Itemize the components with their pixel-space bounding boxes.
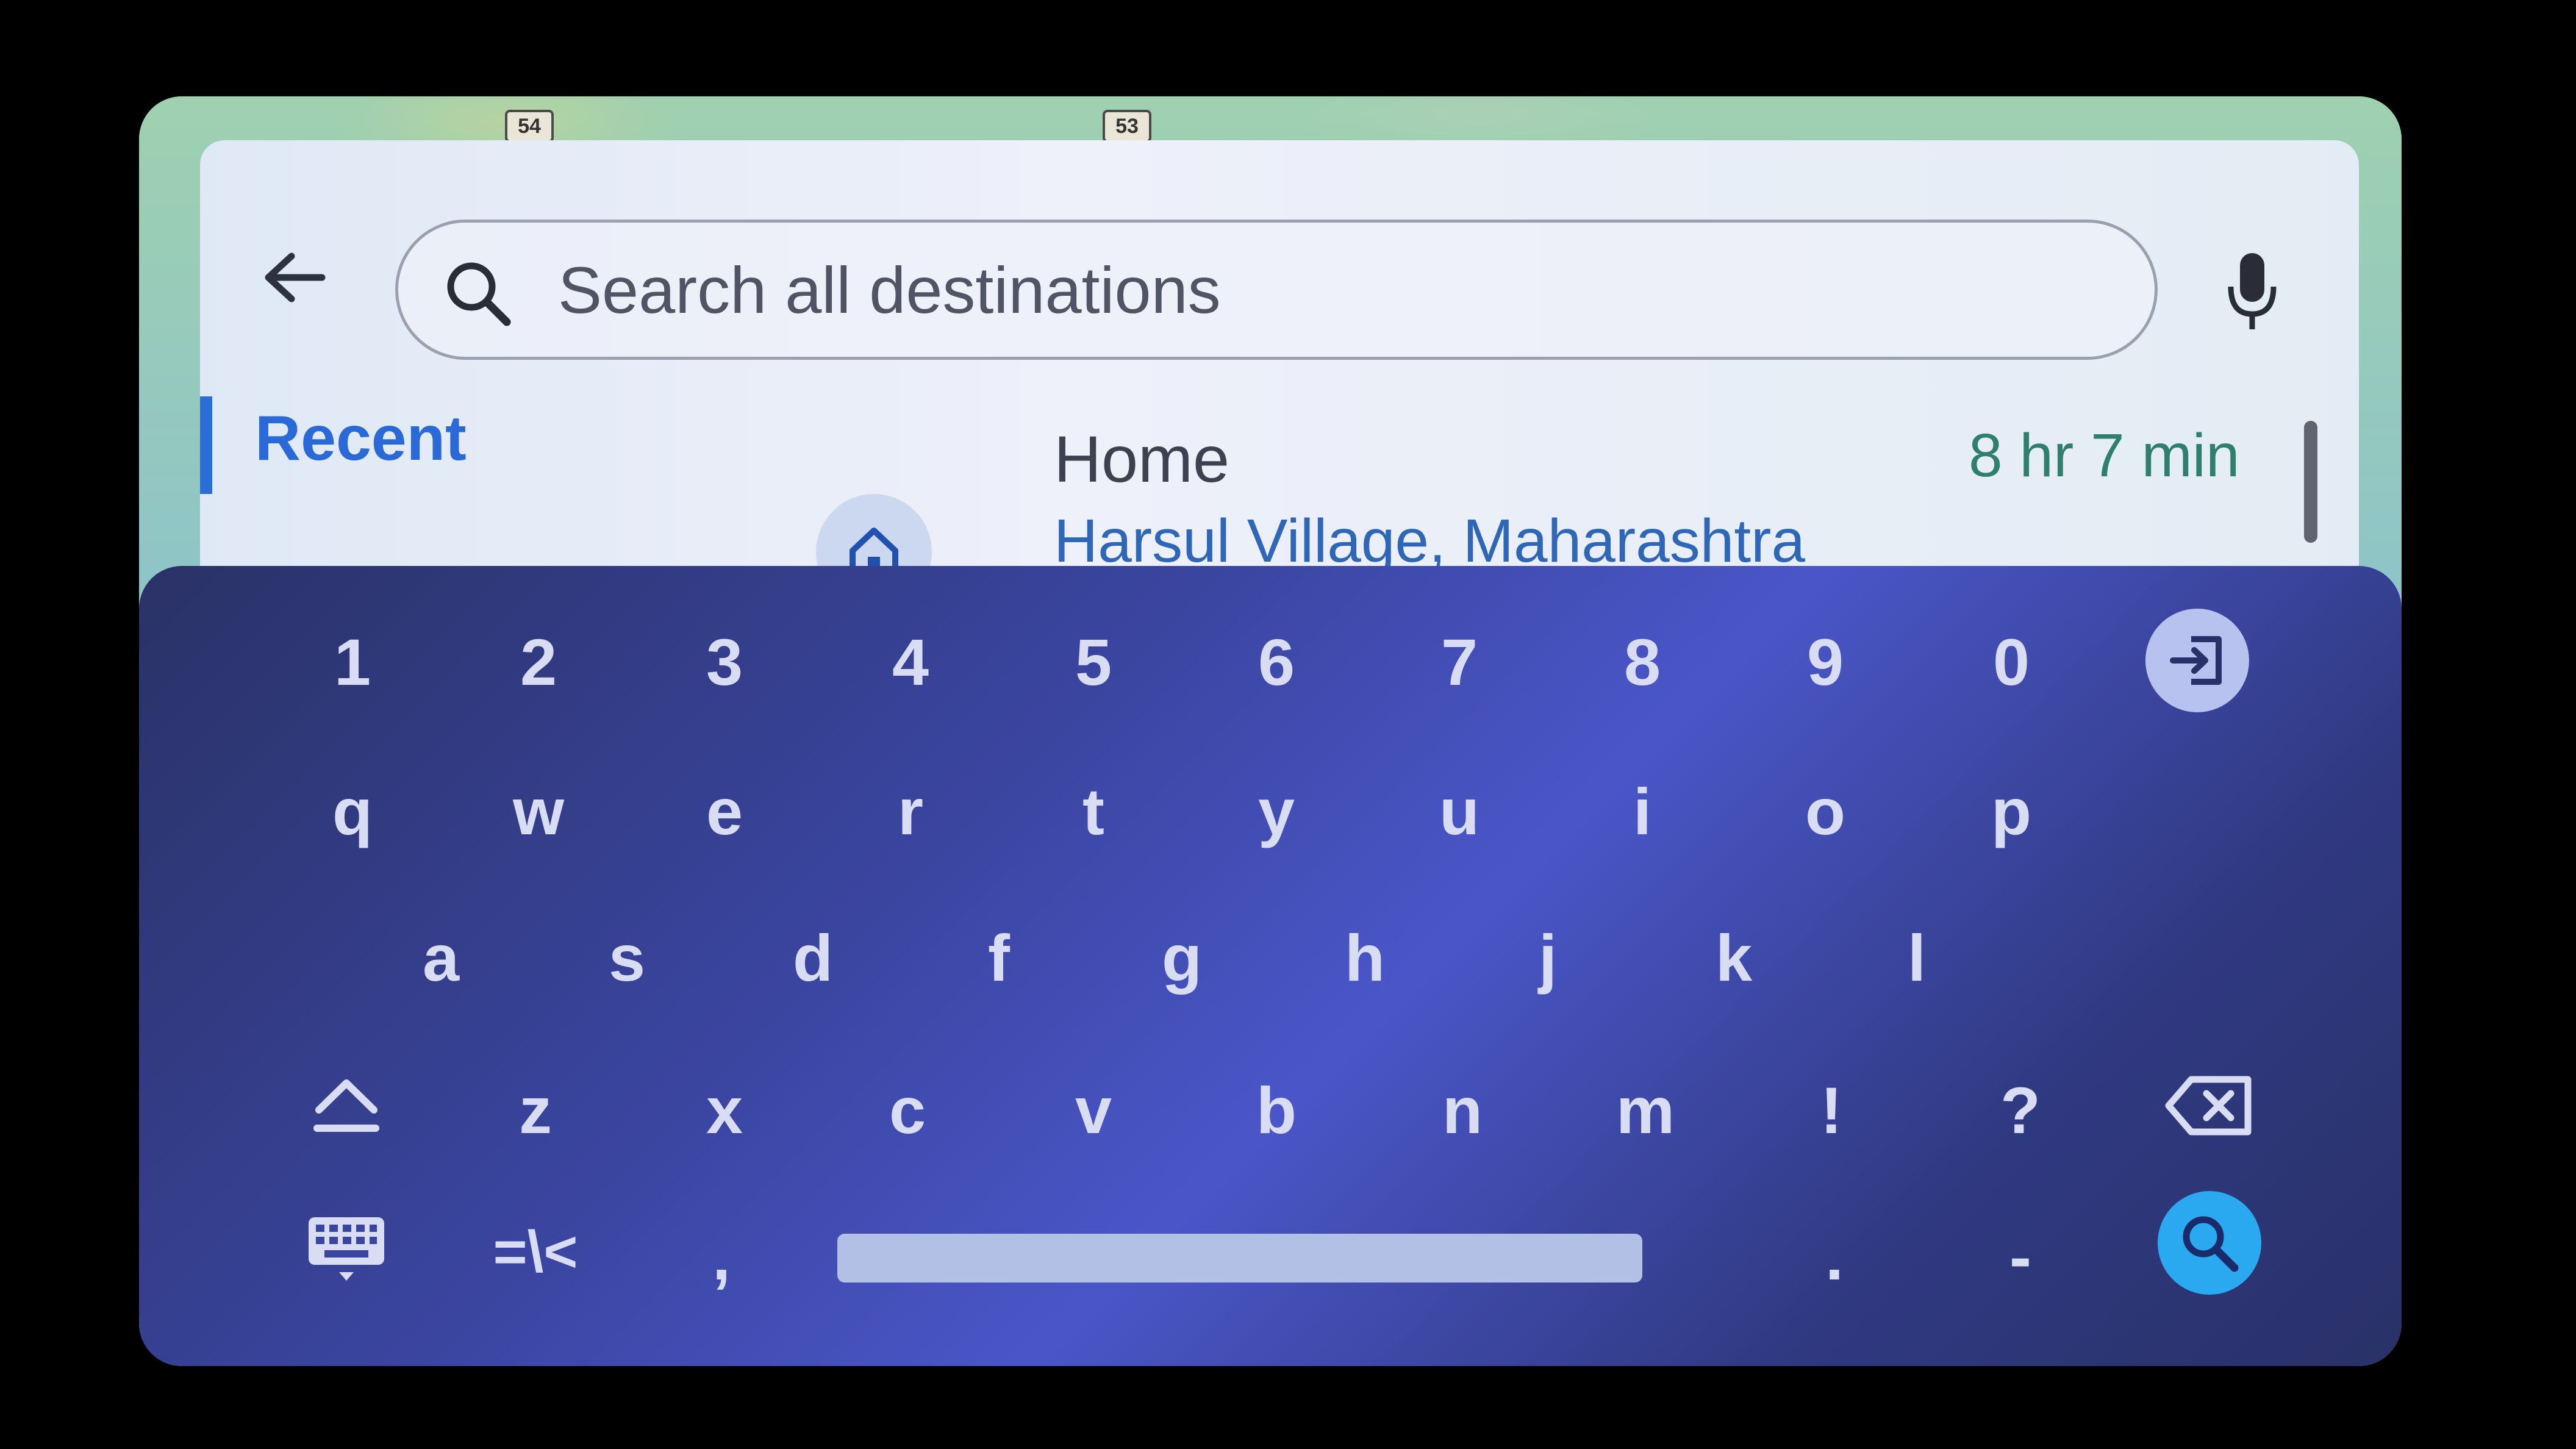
key[interactable]: 0 — [1993, 624, 2030, 700]
scrollbar[interactable] — [2304, 421, 2317, 543]
tab-selected-indicator — [200, 396, 212, 494]
key[interactable]: j — [1539, 920, 1557, 996]
key[interactable]: u — [1439, 773, 1479, 850]
spacebar-key[interactable] — [837, 1234, 1642, 1283]
recent-item-eta: 8 hr 7 min — [1969, 421, 2240, 490]
key[interactable]: x — [706, 1072, 743, 1148]
key[interactable]: t — [1082, 773, 1104, 850]
key[interactable]: v — [1075, 1072, 1112, 1148]
car-display: 54 53 Recent — [139, 96, 2402, 1366]
tab-recent[interactable]: Recent — [255, 402, 467, 475]
backspace-key[interactable] — [2158, 1054, 2261, 1157]
exit-keyboard-icon — [2170, 636, 2222, 685]
key[interactable]: y — [1258, 773, 1295, 850]
key[interactable]: d — [793, 920, 833, 996]
shift-key[interactable] — [295, 1054, 398, 1157]
key[interactable]: 1 — [334, 624, 371, 700]
voice-search-button[interactable] — [2213, 244, 2292, 342]
key[interactable]: n — [1442, 1072, 1483, 1148]
exit-keyboard-button[interactable] — [2145, 609, 2249, 712]
search-icon — [2183, 1216, 2239, 1272]
key[interactable]: 3 — [706, 624, 743, 700]
search-input[interactable] — [557, 223, 2084, 358]
route-shield: 53 — [1103, 110, 1151, 143]
key[interactable]: 6 — [1258, 624, 1295, 700]
key[interactable]: 7 — [1441, 624, 1478, 700]
search-icon — [441, 256, 514, 329]
key[interactable]: ? — [2000, 1072, 2041, 1148]
key[interactable]: f — [988, 920, 1010, 996]
key[interactable]: q — [332, 773, 373, 850]
dash-key[interactable]: - — [2009, 1218, 2031, 1295]
key[interactable]: p — [1991, 773, 2031, 850]
search-bar[interactable] — [395, 220, 2158, 360]
key[interactable]: l — [1908, 920, 1926, 996]
key[interactable]: 8 — [1624, 624, 1661, 700]
on-screen-keyboard: 1 2 3 4 5 6 7 8 9 0 q w e r t y u i o p … — [139, 566, 2402, 1366]
backspace-icon — [2165, 1076, 2252, 1136]
microphone-icon — [2228, 253, 2277, 329]
key[interactable]: g — [1162, 920, 1202, 996]
key[interactable]: 4 — [892, 624, 929, 700]
search-action-button[interactable] — [2158, 1191, 2261, 1295]
key[interactable]: e — [706, 773, 743, 850]
comma-key[interactable]: , — [712, 1218, 731, 1295]
recent-item-title[interactable]: Home — [1054, 421, 1229, 497]
key[interactable]: 9 — [1807, 624, 1844, 700]
back-button[interactable] — [255, 238, 334, 317]
key[interactable]: o — [1805, 773, 1845, 850]
period-key[interactable]: . — [1825, 1218, 1844, 1295]
route-shield: 54 — [505, 110, 554, 143]
keyboard-switch-key[interactable] — [295, 1197, 398, 1301]
key[interactable]: 2 — [520, 624, 557, 700]
key[interactable]: i — [1633, 773, 1651, 850]
key[interactable]: k — [1716, 920, 1752, 996]
key[interactable]: r — [898, 773, 923, 850]
key[interactable]: b — [1256, 1072, 1297, 1148]
key[interactable]: h — [1345, 920, 1385, 996]
key[interactable]: s — [609, 920, 645, 996]
keyboard-icon — [309, 1217, 384, 1281]
back-arrow-icon — [265, 252, 326, 302]
key[interactable]: a — [423, 920, 459, 996]
key[interactable]: c — [889, 1072, 926, 1148]
key[interactable]: z — [519, 1072, 552, 1148]
key[interactable]: w — [513, 773, 564, 850]
symbols-key[interactable]: =\< — [493, 1218, 578, 1286]
shift-icon — [313, 1079, 379, 1132]
key[interactable]: m — [1616, 1072, 1675, 1148]
key[interactable]: 5 — [1075, 624, 1112, 700]
key[interactable]: ! — [1820, 1072, 1842, 1148]
